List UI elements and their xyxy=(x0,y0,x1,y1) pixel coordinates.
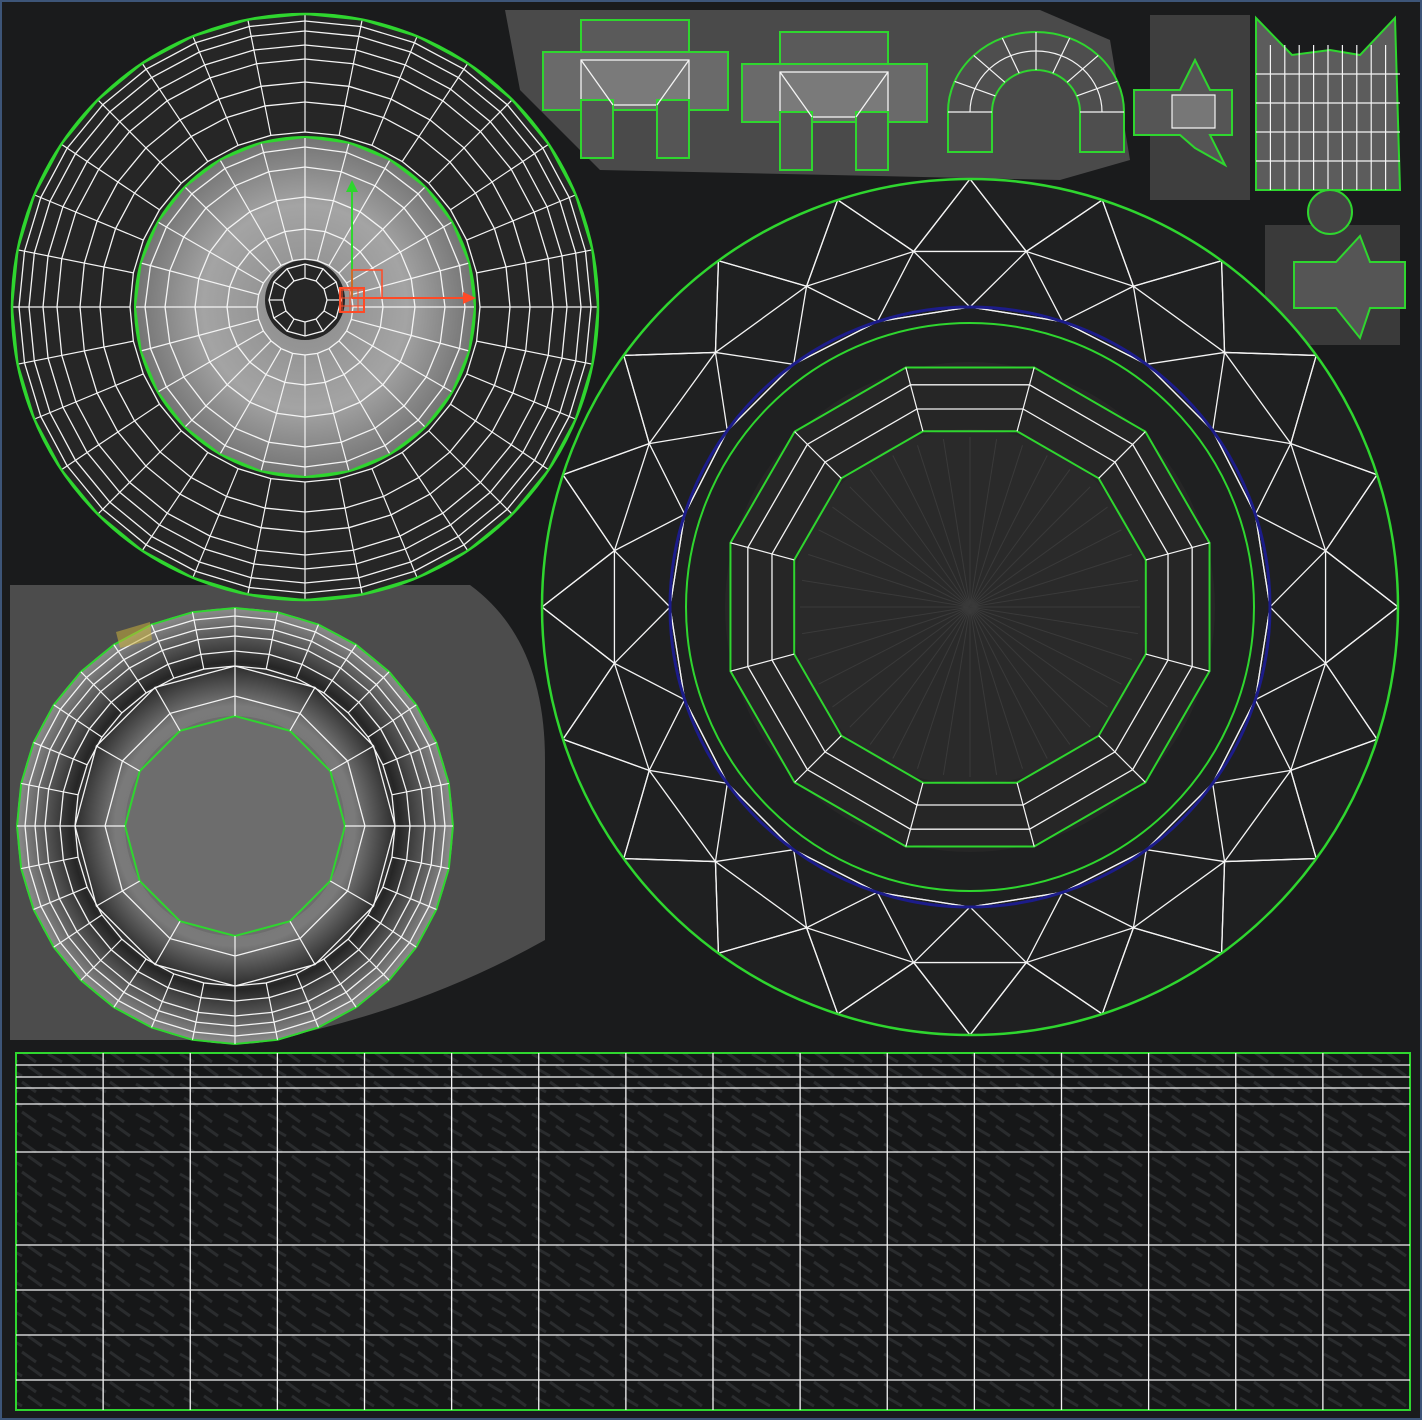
rim-face-island xyxy=(15,606,455,1046)
uv-face xyxy=(779,111,813,171)
uv-face xyxy=(855,111,889,171)
uv-face xyxy=(656,99,690,159)
tread-strip-island xyxy=(15,1052,1411,1411)
uv-editor-viewport[interactable] xyxy=(0,0,1422,1420)
hubcap-island xyxy=(10,12,600,602)
uv-face xyxy=(1171,94,1216,129)
uv-face xyxy=(580,99,614,159)
cap-face xyxy=(1307,189,1353,235)
tire-sidewall-island xyxy=(540,177,1400,1037)
rim-center-fill xyxy=(125,716,345,936)
uv-canvas[interactable] xyxy=(0,0,1422,1420)
